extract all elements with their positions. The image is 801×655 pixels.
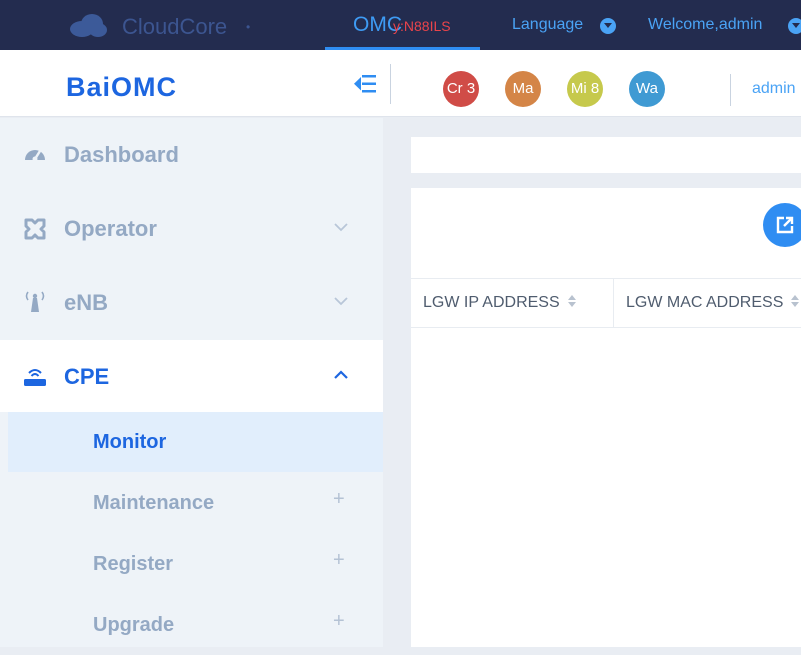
header-divider-user xyxy=(730,74,731,106)
critical-alarm-badge[interactable]: Cr 3 xyxy=(443,71,479,107)
sort-icon[interactable] xyxy=(790,293,800,309)
language-menu[interactable]: Language xyxy=(512,16,583,34)
export-icon xyxy=(776,216,794,234)
sidebar-subitem-maintenance[interactable]: Maintenance + xyxy=(8,473,383,533)
expand-plus-icon[interactable]: + xyxy=(333,488,345,511)
sidebar-subitem-label: Register xyxy=(93,553,174,575)
sidebar-subitem-label: Monitor xyxy=(93,431,167,453)
tab-omc-subtext: y:N88ILS xyxy=(393,18,451,34)
sidebar-subitem-register[interactable]: Register + xyxy=(8,534,383,594)
sidebar-item-operator[interactable]: Operator xyxy=(0,192,383,264)
antenna-icon xyxy=(25,291,45,312)
welcome-user-menu[interactable]: Welcome,admin xyxy=(648,16,762,34)
warning-alarm-badge[interactable]: Wa xyxy=(629,71,665,107)
app-logo: BaiOMC xyxy=(66,72,178,102)
sidebar-item-enb[interactable]: eNB xyxy=(0,266,383,338)
chevron-down-icon xyxy=(334,297,348,306)
sidebar-item-dashboard[interactable]: Dashboard xyxy=(0,118,383,190)
brand-name: CloudCore xyxy=(122,14,228,39)
column-header-label: LGW MAC ADDRESS xyxy=(626,294,784,311)
sidebar-item-label: Operator xyxy=(64,216,157,241)
export-button[interactable] xyxy=(763,203,801,247)
user-name[interactable]: admin xyxy=(752,80,796,98)
sort-icon[interactable] xyxy=(567,293,577,309)
chevron-down-icon xyxy=(334,223,348,232)
sidebar-item-label: Dashboard xyxy=(64,142,179,167)
column-header-lgw-mac[interactable]: LGW MAC ADDRESS xyxy=(614,279,801,327)
sidebar-item-label: eNB xyxy=(64,290,109,315)
chevron-up-icon xyxy=(334,370,348,379)
sidebar-collapse-icon[interactable] xyxy=(352,72,378,96)
column-header-lgw-ip[interactable]: LGW IP ADDRESS xyxy=(411,279,614,327)
table-panel xyxy=(411,188,801,647)
major-alarm-badge[interactable]: Ma xyxy=(505,71,541,107)
router-icon xyxy=(24,369,46,386)
sidebar-item-label: CPE xyxy=(64,364,110,389)
minor-alarm-badge[interactable]: Mi 8 xyxy=(567,71,603,107)
expand-plus-icon[interactable]: + xyxy=(333,549,345,572)
brand-dot: • xyxy=(246,20,251,34)
header-bar: BaiOMC Cr 3 Ma Mi 8 Wa admin xyxy=(0,50,801,117)
column-header-label: LGW IP ADDRESS xyxy=(423,294,560,311)
header-divider xyxy=(390,64,391,104)
dashboard-icon xyxy=(25,150,45,162)
language-dropdown-icon[interactable] xyxy=(600,18,616,34)
cloud-logo-icon xyxy=(70,14,107,37)
top-navbar: CloudCore • OMC y:N88ILS Language Welcom… xyxy=(0,0,801,50)
filter-panel xyxy=(411,137,801,173)
table-header: LGW IP ADDRESS LGW MAC ADDRESS xyxy=(411,278,801,328)
operator-icon xyxy=(24,218,46,240)
sidebar-subitem-upgrade[interactable]: Upgrade + xyxy=(8,595,383,655)
sidebar-item-cpe[interactable]: CPE xyxy=(0,340,383,412)
sidebar-subitem-label: Maintenance xyxy=(93,492,215,514)
expand-plus-icon[interactable]: + xyxy=(333,610,345,633)
sidebar-subitem-label: Upgrade xyxy=(93,614,175,636)
tab-omc[interactable]: OMC y:N88ILS xyxy=(325,0,480,50)
sidebar-subitem-monitor[interactable]: Monitor xyxy=(8,412,383,472)
user-dropdown-icon[interactable] xyxy=(788,18,801,34)
